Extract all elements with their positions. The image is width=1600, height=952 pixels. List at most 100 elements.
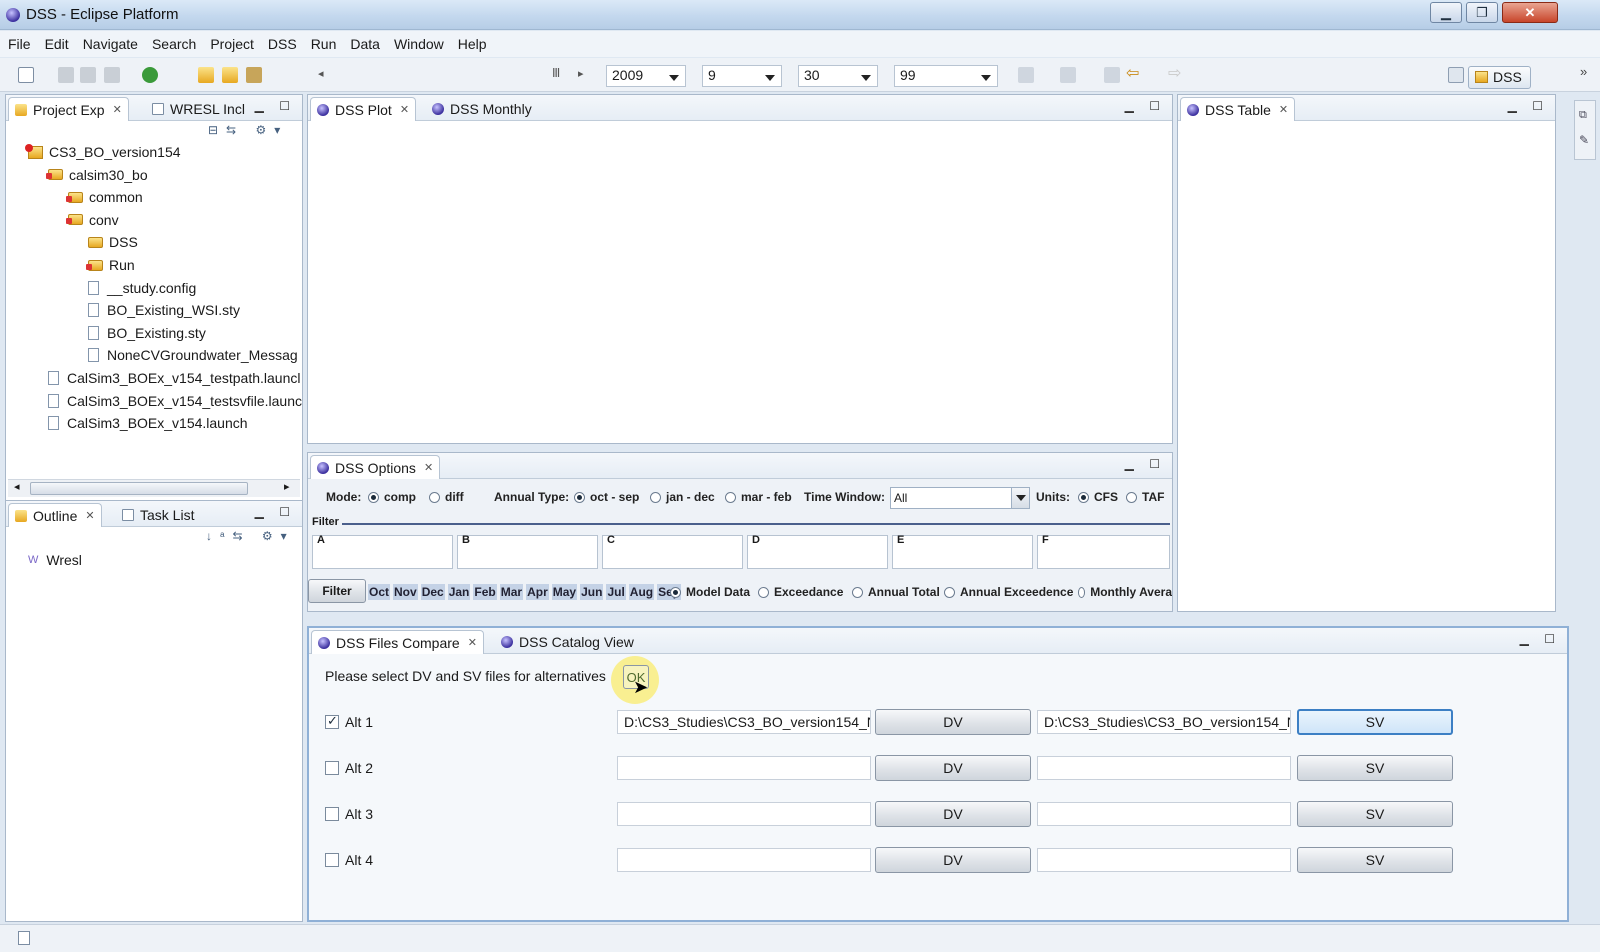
scroll-right-icon[interactable]: ▸ — [284, 480, 290, 493]
month-feb[interactable]: Feb — [473, 584, 497, 600]
filter-part-e-field[interactable]: E — [892, 534, 1033, 569]
close-icon[interactable]: ✕ — [1279, 103, 1288, 116]
annual-exceedence-radio[interactable]: Annual Exceedence — [944, 585, 1073, 599]
project-horizontal-scrollbar[interactable]: ◂ ▸ — [8, 479, 300, 497]
next-annotation-icon[interactable] — [1018, 67, 1034, 83]
chevron-down-icon[interactable] — [1011, 488, 1029, 508]
tab-outline[interactable]: Outline ✕ — [8, 503, 102, 527]
alt-4-dv-button[interactable]: DV — [875, 847, 1031, 873]
alt-1-dv-button[interactable]: DV — [875, 709, 1031, 735]
tab-dss-plot[interactable]: DSS Plot ✕ — [310, 97, 417, 121]
tab-dss-files-compare[interactable]: DSS Files Compare ✕ — [311, 630, 484, 654]
last-edit-icon[interactable] — [1104, 67, 1120, 83]
month-apr[interactable]: Apr — [526, 584, 549, 600]
alt-2-checkbox[interactable]: Alt 2 — [325, 760, 373, 776]
alt-3-dv-button[interactable]: DV — [875, 801, 1031, 827]
close-icon[interactable]: ✕ — [85, 509, 94, 522]
month-jan[interactable]: Jan — [447, 584, 471, 600]
maximize-window-button[interactable]: ❐ — [1466, 2, 1498, 23]
menu-navigate[interactable]: Navigate — [83, 36, 138, 52]
close-window-button[interactable]: ✕ — [1502, 2, 1558, 23]
time-window-select[interactable]: All — [890, 487, 1030, 509]
alt-3-checkbox[interactable]: Alt 3 — [325, 806, 373, 822]
toolbar-right-arrow-icon[interactable]: ▸ — [578, 67, 584, 80]
close-icon[interactable]: ✕ — [468, 636, 477, 649]
menu-run[interactable]: Run — [311, 36, 337, 52]
tree-item[interactable]: CalSim3_BOEx_v154_testpath.launcl — [48, 367, 300, 389]
alt-4-dv-path-field[interactable] — [617, 848, 871, 872]
alt-1-sv-path-field[interactable]: D:\CS3_Studies\CS3_BO_version154_N — [1037, 710, 1291, 734]
scrollbar-thumb[interactable] — [30, 482, 248, 495]
toolbar-overflow-icon[interactable]: » — [1580, 64, 1587, 79]
month-may[interactable]: May — [551, 584, 578, 600]
menu-data[interactable]: Data — [350, 36, 380, 52]
new-icon[interactable] — [18, 67, 34, 83]
month-nov[interactable]: Nov — [393, 584, 418, 600]
view-minmax-icons[interactable]: ▁ ☐ — [1125, 457, 1166, 471]
open-perspective-icon[interactable] — [1448, 67, 1464, 83]
collapse-link-icons[interactable]: ⊟⇆ ⚙▾ — [208, 123, 288, 137]
alt-3-dv-path-field[interactable] — [617, 802, 871, 826]
month-jun[interactable]: Jun — [580, 584, 604, 600]
fast-view-icon[interactable] — [18, 931, 30, 945]
toolbar-left-arrow-icon[interactable]: ◂ — [318, 67, 324, 80]
day-select[interactable]: 30 — [798, 65, 878, 87]
view-minmax-icons[interactable]: ▁ ☐ — [1125, 99, 1166, 113]
alt-1-dv-path-field[interactable]: D:\CS3_Studies\CS3_BO_version154_N — [617, 710, 871, 734]
column-icon[interactable]: Ⅲ — [552, 66, 560, 80]
tree-item[interactable]: BO_Existing.sty — [88, 322, 206, 344]
alt-4-checkbox[interactable]: Alt 4 — [325, 852, 373, 868]
alt-2-dv-path-field[interactable] — [617, 756, 871, 780]
month-aug[interactable]: Aug — [628, 584, 655, 600]
alt-1-checkbox[interactable]: Alt 1 — [325, 713, 373, 730]
view-minmax-icons[interactable]: ▁ ☐ — [255, 99, 296, 113]
alt-2-sv-path-field[interactable] — [1037, 756, 1291, 780]
tab-dss-monthly[interactable]: DSS Monthly — [426, 97, 538, 121]
tree-item[interactable]: Run — [86, 254, 135, 276]
menu-search[interactable]: Search — [152, 36, 196, 52]
filter-part-a-field[interactable]: A — [312, 534, 453, 569]
units-cfs-radio[interactable]: CFS — [1078, 490, 1118, 504]
tree-item[interactable]: common — [66, 186, 143, 208]
annual-oct-sep-radio[interactable]: oct - sep — [574, 490, 639, 504]
tab-project-explorer[interactable]: Project Exp ✕ — [8, 97, 129, 121]
tab-dss-options[interactable]: DSS Options ✕ — [310, 455, 441, 479]
sort-link-icons[interactable]: ↓ᵃ⇆ ⚙▾ — [206, 529, 295, 543]
annual-mar-feb-radio[interactable]: mar - feb — [725, 490, 792, 504]
restore-icon[interactable]: ⧉ — [1579, 109, 1587, 122]
view-minmax-icons[interactable]: ▁ ☐ — [255, 505, 296, 519]
annual-jan-dec-radio[interactable]: jan - dec — [650, 490, 715, 504]
tree-item[interactable]: __study.config — [88, 277, 196, 299]
tab-wresl-incl[interactable]: WRESL Incl — [146, 97, 251, 121]
save-icon[interactable] — [58, 67, 74, 83]
alt-2-sv-button[interactable]: SV — [1297, 755, 1453, 781]
filter-button[interactable]: Filter — [308, 579, 366, 603]
alt-2-dv-button[interactable]: DV — [875, 755, 1031, 781]
tree-item[interactable]: DSS — [88, 231, 138, 253]
prev-annotation-icon[interactable] — [1060, 67, 1076, 83]
alt-1-sv-button[interactable]: SV — [1297, 709, 1453, 735]
tab-task-list[interactable]: Task List — [116, 503, 200, 527]
forward-arrow-icon[interactable]: ⇨ — [1168, 63, 1181, 83]
menu-file[interactable]: File — [8, 36, 31, 52]
outline-item-wresl[interactable]: W Wresl — [28, 549, 82, 571]
open-project-icon[interactable] — [222, 67, 238, 83]
month-dec[interactable]: Dec — [420, 584, 445, 600]
annual-total-radio[interactable]: Annual Total — [852, 585, 940, 599]
model-data-radio[interactable]: Model Data — [670, 585, 750, 599]
save-all-icon[interactable] — [80, 67, 96, 83]
menu-help[interactable]: Help — [458, 36, 487, 52]
menu-dss[interactable]: DSS — [268, 36, 297, 52]
minimize-window-button[interactable]: ▁ — [1430, 2, 1462, 23]
year-select[interactable]: 2009 — [606, 65, 686, 87]
back-arrow-icon[interactable]: ⇦ — [1126, 63, 1139, 83]
menu-window[interactable]: Window — [394, 36, 444, 52]
alt-3-sv-button[interactable]: SV — [1297, 801, 1453, 827]
alt-4-sv-button[interactable]: SV — [1297, 847, 1453, 873]
month-select[interactable]: 9 — [702, 65, 782, 87]
tree-item[interactable]: calsim30_bo — [46, 164, 148, 186]
alt-4-sv-path-field[interactable] — [1037, 848, 1291, 872]
dss-perspective-button[interactable]: DSS — [1468, 66, 1531, 89]
month-oct[interactable]: Oct — [368, 584, 391, 600]
run-icon[interactable] — [142, 67, 158, 83]
